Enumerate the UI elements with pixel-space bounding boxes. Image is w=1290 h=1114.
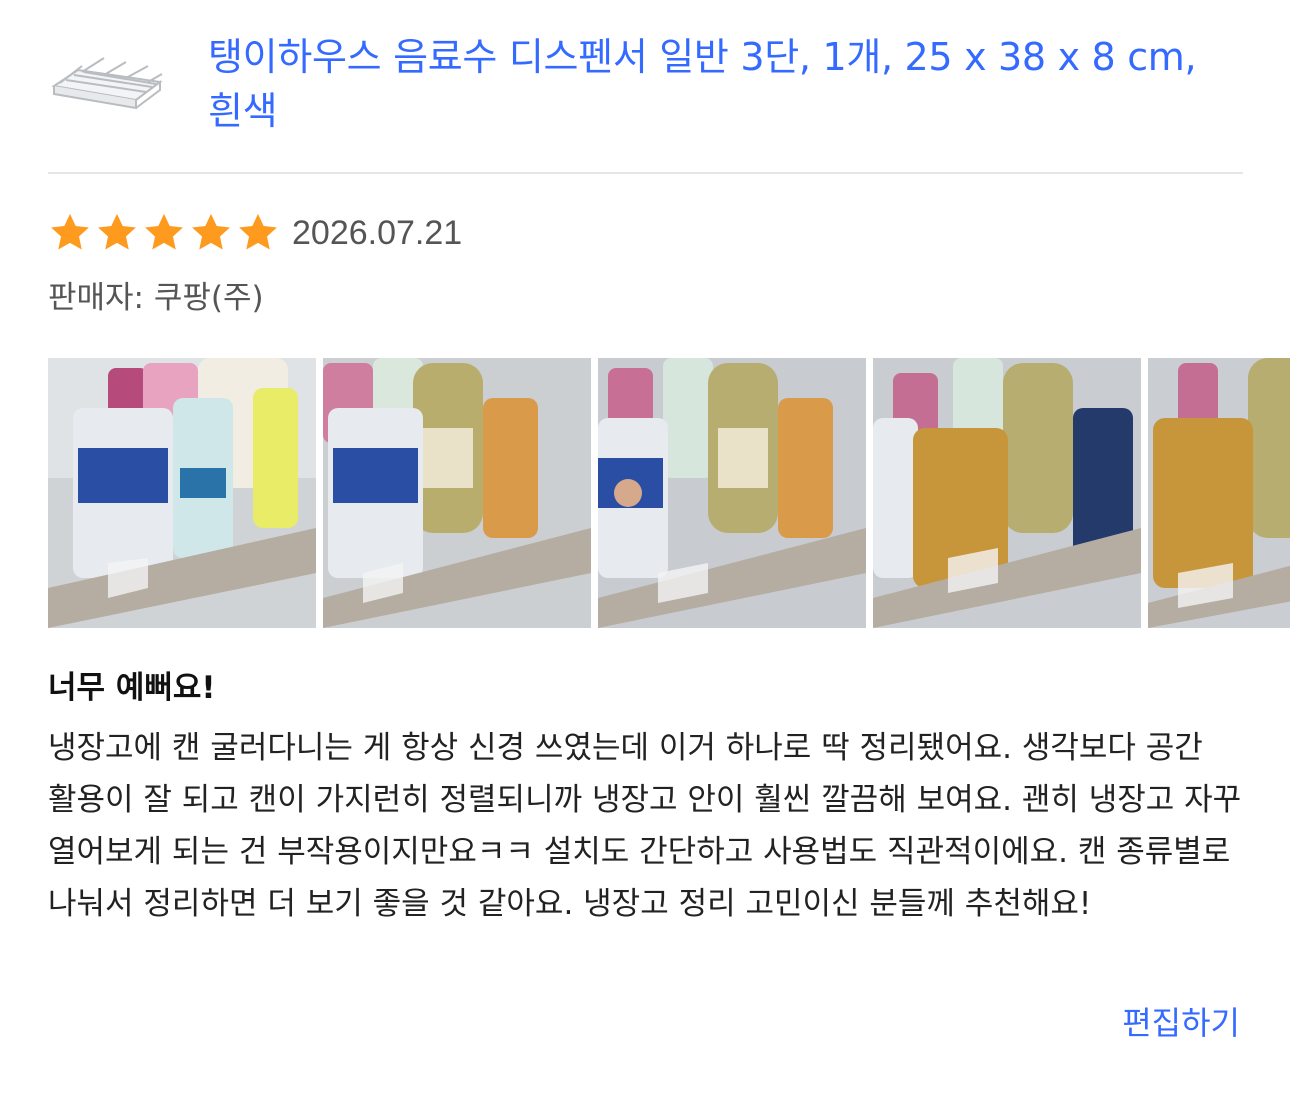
product-title[interactable]: 탱이하우스 음료수 디스펜서 일반 3단, 1개, 25 x 38 x 8 cm… — [208, 30, 1228, 138]
review-photo[interactable] — [598, 358, 866, 628]
star-icon — [239, 213, 277, 250]
review-photo[interactable] — [48, 358, 316, 628]
star-icon — [145, 213, 183, 250]
review-body: 냉장고에 캔 굴러다니는 게 항상 신경 쓰였는데 이거 하나로 딱 정리됐어요… — [48, 730, 1242, 922]
star-icon — [51, 213, 89, 250]
review-photo-strip[interactable] — [48, 358, 1290, 628]
product-thumbnail[interactable] — [48, 42, 170, 128]
drink-dispenser-product-thumbnail — [51, 57, 163, 110]
star-rating — [48, 211, 280, 255]
star-icon — [98, 213, 136, 250]
review-date: 2026.07.21 — [292, 213, 463, 252]
star-icon — [192, 213, 230, 250]
review-photo[interactable] — [873, 358, 1141, 628]
review-photo[interactable] — [1148, 358, 1290, 628]
product-header: 탱이하우스 음료수 디스펜서 일반 3단, 1개, 25 x 38 x 8 cm… — [48, 30, 1243, 142]
review-photo-fridge-cans — [323, 358, 591, 628]
review-photo-fridge-cans — [598, 358, 866, 628]
edit-review-link[interactable]: 편집하기 — [1122, 998, 1240, 1044]
divider — [48, 172, 1243, 174]
review-headline: 너무 예뻐요! — [48, 670, 216, 706]
review-photo[interactable] — [323, 358, 591, 628]
review-photo-fridge-cans — [48, 358, 316, 628]
seller-label: 판매자: 쿠팡(주) — [48, 280, 264, 316]
review-photo-fridge-cans — [1148, 358, 1290, 628]
rating-row: 2026.07.21 — [48, 208, 462, 258]
review-photo-fridge-cans — [873, 358, 1141, 628]
